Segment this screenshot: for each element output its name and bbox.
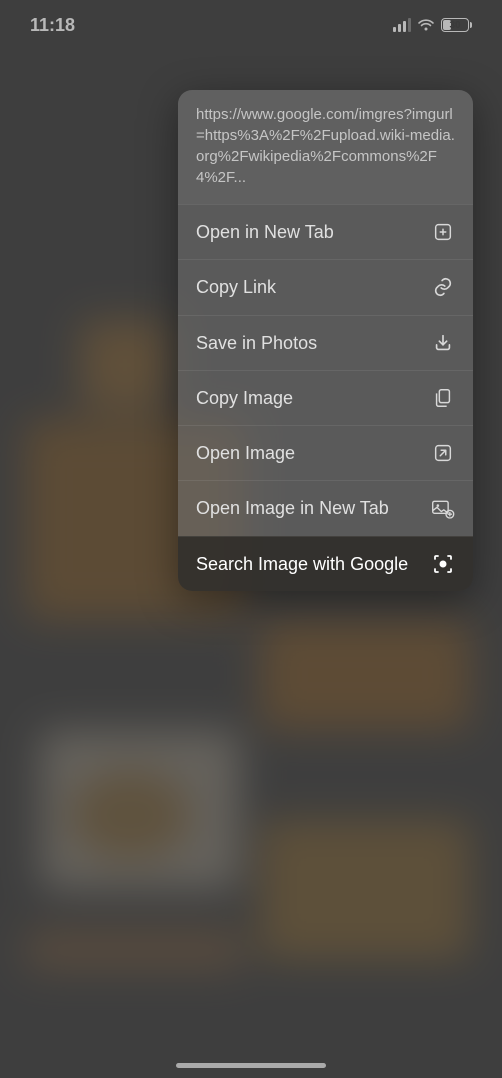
battery-percent: 30 xyxy=(449,20,460,31)
menu-item-open-image[interactable]: Open Image xyxy=(178,425,473,480)
copy-doc-icon xyxy=(431,386,455,410)
status-right-cluster: 30 xyxy=(393,18,472,32)
status-time: 11:18 xyxy=(30,15,75,36)
menu-item-open-new-tab[interactable]: Open in New Tab xyxy=(178,204,473,259)
menu-item-copy-image[interactable]: Copy Image xyxy=(178,370,473,425)
menu-item-label: Open in New Tab xyxy=(196,220,431,244)
menu-item-label: Copy Image xyxy=(196,386,431,410)
menu-item-search-image-google[interactable]: Search Image with Google xyxy=(178,536,473,591)
menu-item-label: Copy Link xyxy=(196,275,431,299)
plus-square-icon xyxy=(431,220,455,244)
wifi-icon xyxy=(417,18,435,32)
menu-item-copy-link[interactable]: Copy Link xyxy=(178,259,473,314)
menu-item-open-image-new-tab[interactable]: Open Image in New Tab xyxy=(178,480,473,535)
menu-item-save-photos[interactable]: Save in Photos xyxy=(178,315,473,370)
context-menu-url-preview: https://www.google.com/imgres?imgurl=htt… xyxy=(178,90,473,204)
link-icon xyxy=(431,275,455,299)
home-indicator[interactable] xyxy=(176,1063,326,1068)
menu-item-label: Open Image xyxy=(196,441,431,465)
menu-item-label: Search Image with Google xyxy=(196,552,431,576)
open-external-icon xyxy=(431,441,455,465)
menu-item-label: Open Image in New Tab xyxy=(196,496,431,520)
battery-icon: 30 xyxy=(441,18,472,32)
menu-item-label: Save in Photos xyxy=(196,331,431,355)
context-menu: https://www.google.com/imgres?imgurl=htt… xyxy=(178,90,473,591)
status-bar: 11:18 30 xyxy=(0,0,502,50)
camera-search-icon xyxy=(431,552,455,576)
cellular-signal-icon xyxy=(393,18,411,32)
download-icon xyxy=(431,331,455,355)
image-plus-icon xyxy=(431,497,455,521)
